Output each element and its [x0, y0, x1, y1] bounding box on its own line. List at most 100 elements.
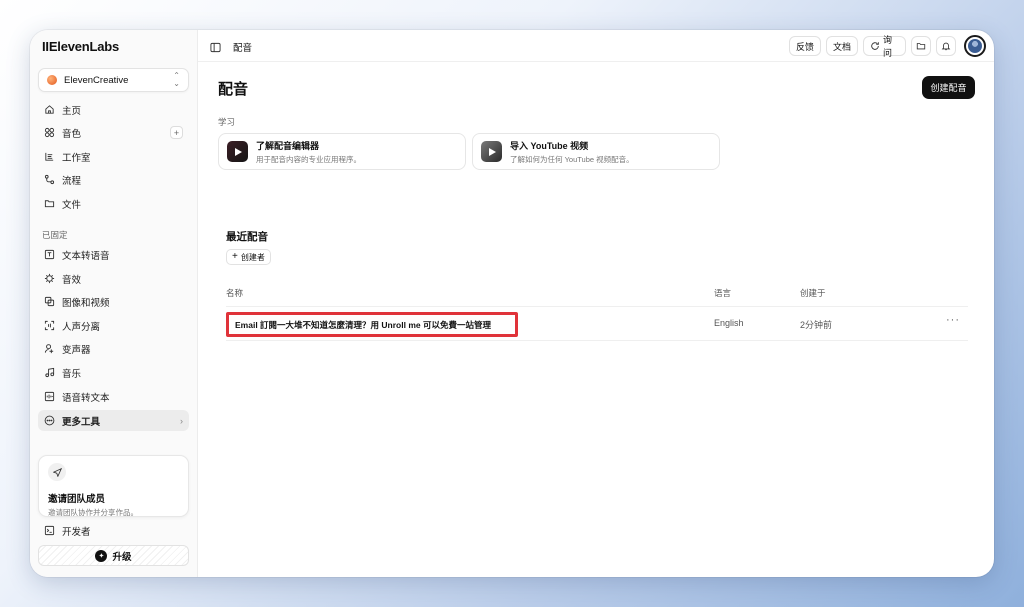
learn-card-youtube-import[interactable]: 导入 YouTube 视频 了解如何为任何 YouTube 视频配音。 — [472, 133, 720, 170]
sidebar-item-label: 人声分离 — [62, 321, 101, 333]
sidebar-item-voices[interactable]: 音色 + — [38, 122, 189, 143]
learn-section-label: 学习 — [218, 117, 236, 127]
highlighted-dub-name[interactable]: Email 訂閱一大堆不知道怎麼清理？用 Unroll me 可以免費一站管理 — [226, 312, 518, 337]
workspace-switcher[interactable]: ElevenCreative ⌃ ⌄ — [38, 68, 189, 92]
more-options-icon[interactable]: ··· — [946, 314, 960, 326]
pinned-section-label: 已固定 — [42, 230, 68, 240]
folder-icon — [44, 198, 55, 209]
column-header-name: 名称 — [226, 288, 244, 298]
studio-icon — [44, 151, 55, 162]
bell-icon — [941, 41, 951, 51]
send-icon — [48, 463, 66, 481]
terminal-icon — [44, 525, 55, 536]
dub-language: English — [714, 318, 744, 328]
sidebar-item-label: 音色 — [62, 128, 82, 140]
sidebar-item-flows[interactable]: 流程 — [38, 169, 189, 190]
sidebar-item-music[interactable]: 音乐 — [38, 362, 189, 383]
files-button[interactable] — [911, 36, 931, 56]
app-window: IIElevenLabs ElevenCreative ⌃ ⌄ 主页 音色 + 工… — [30, 30, 994, 577]
table-divider — [226, 306, 968, 307]
sidebar-item-label: 开发者 — [62, 526, 91, 538]
docs-button[interactable]: 文档 — [826, 36, 858, 56]
sidebar-item-label: 音效 — [62, 274, 82, 286]
workspace-name: ElevenCreative — [64, 74, 129, 86]
sidebar: IIElevenLabs ElevenCreative ⌃ ⌄ 主页 音色 + 工… — [30, 30, 198, 577]
ask-label: 询问 — [883, 35, 893, 58]
column-header-language: 语言 — [714, 288, 732, 298]
sidebar-item-tts[interactable]: 文本转语音 — [38, 244, 189, 265]
logo[interactable]: IIElevenLabs — [42, 39, 119, 54]
plus-icon: + — [232, 251, 238, 262]
learn-card-title: 导入 YouTube 视频 — [510, 140, 589, 151]
notifications-button[interactable] — [936, 36, 956, 56]
sound-effects-icon — [44, 273, 55, 284]
sidebar-item-home[interactable]: 主页 — [38, 99, 189, 120]
dub-created-time: 2分钟前 — [800, 320, 833, 330]
home-icon — [44, 104, 55, 115]
workspace-avatar — [47, 75, 57, 85]
invite-team-card[interactable]: 邀请团队成员 邀请团队协作并分享作品。 — [38, 455, 189, 517]
breadcrumb: 配音 — [233, 43, 253, 54]
learn-card-subtitle: 用于配音内容的专业应用程序。 — [256, 154, 361, 164]
sidebar-item-more-tools[interactable]: 更多工具 › — [38, 410, 189, 431]
image-video-icon — [44, 296, 55, 307]
stt-icon — [44, 391, 55, 402]
tts-icon — [44, 249, 55, 260]
flows-icon — [44, 174, 55, 185]
sidebar-item-sound-effects[interactable]: 音效 — [38, 268, 189, 289]
sidebar-item-label: 语音转文本 — [62, 392, 110, 404]
sidebar-toggle-icon[interactable] — [210, 40, 221, 53]
sidebar-item-label: 更多工具 — [62, 416, 101, 428]
recent-dubs-title: 最近配音 — [226, 231, 268, 243]
play-icon — [235, 147, 242, 156]
table-divider — [226, 340, 968, 341]
add-voice-button[interactable]: + — [170, 126, 183, 139]
sidebar-item-studio[interactable]: 工作室 — [38, 146, 189, 167]
upgrade-label: 升级 — [112, 551, 132, 563]
invite-subtitle: 邀请团队协作并分享作品。 — [48, 508, 138, 517]
sidebar-item-stt[interactable]: 语音转文本 — [38, 386, 189, 407]
feedback-button[interactable]: 反馈 — [789, 36, 821, 56]
column-header-created: 创建于 — [800, 288, 826, 298]
sidebar-item-label: 音乐 — [62, 368, 82, 380]
video-thumbnail — [227, 141, 248, 162]
learn-card-subtitle: 了解如何为任何 YouTube 视频配音。 — [510, 154, 634, 164]
learn-card-title: 了解配音编辑器 — [256, 140, 320, 151]
user-avatar[interactable] — [964, 35, 986, 57]
sidebar-item-label: 文本转语音 — [62, 250, 110, 262]
sidebar-item-label: 主页 — [62, 105, 82, 117]
folder-icon — [916, 41, 926, 51]
create-dub-button[interactable]: 创建配音 — [922, 76, 975, 99]
voice-changer-icon — [44, 343, 55, 354]
music-icon — [44, 367, 55, 378]
main-content: 配音 创建配音 学习 了解配音编辑器 用于配音内容的专业应用程序。 导入 You… — [198, 62, 994, 577]
ask-button[interactable]: 询问 — [863, 35, 906, 58]
sidebar-item-label: 工作室 — [62, 152, 91, 164]
more-tools-icon — [44, 415, 55, 426]
sidebar-item-label: 文件 — [62, 199, 82, 211]
chevron-up-down-icon: ⌃ ⌄ — [173, 71, 180, 88]
learn-card-dubbing-editor[interactable]: 了解配音编辑器 用于配音内容的专业应用程序。 — [218, 133, 466, 170]
sidebar-item-label: 变声器 — [62, 344, 91, 356]
sidebar-item-files[interactable]: 文件 — [38, 193, 189, 214]
voice-isolator-icon — [44, 320, 55, 331]
upgrade-icon: ✦ — [95, 549, 108, 562]
chevron-right-icon: › — [180, 415, 183, 426]
creator-filter-chip[interactable]: + 创建者 — [226, 249, 271, 265]
sidebar-item-label: 图像和视频 — [62, 297, 110, 309]
sidebar-item-voice-isolator[interactable]: 人声分离 — [38, 315, 189, 336]
refresh-icon — [870, 41, 880, 51]
page-title: 配音 — [218, 81, 249, 98]
video-thumbnail — [481, 141, 502, 162]
filter-chip-label: 创建者 — [240, 252, 265, 262]
voices-grid-icon — [44, 127, 55, 138]
sidebar-item-developers[interactable]: 开发者 — [38, 520, 189, 541]
sidebar-item-image-video[interactable]: 图像和视频 — [38, 291, 189, 312]
topbar: 配音 反馈 文档 询问 — [198, 30, 994, 62]
avatar-image — [968, 39, 982, 53]
invite-title: 邀请团队成员 — [48, 494, 106, 505]
sidebar-item-voice-changer[interactable]: 变声器 — [38, 338, 189, 359]
upgrade-button[interactable]: ✦ 升级 — [38, 545, 189, 566]
play-icon — [489, 147, 496, 156]
sidebar-item-label: 流程 — [62, 175, 82, 187]
